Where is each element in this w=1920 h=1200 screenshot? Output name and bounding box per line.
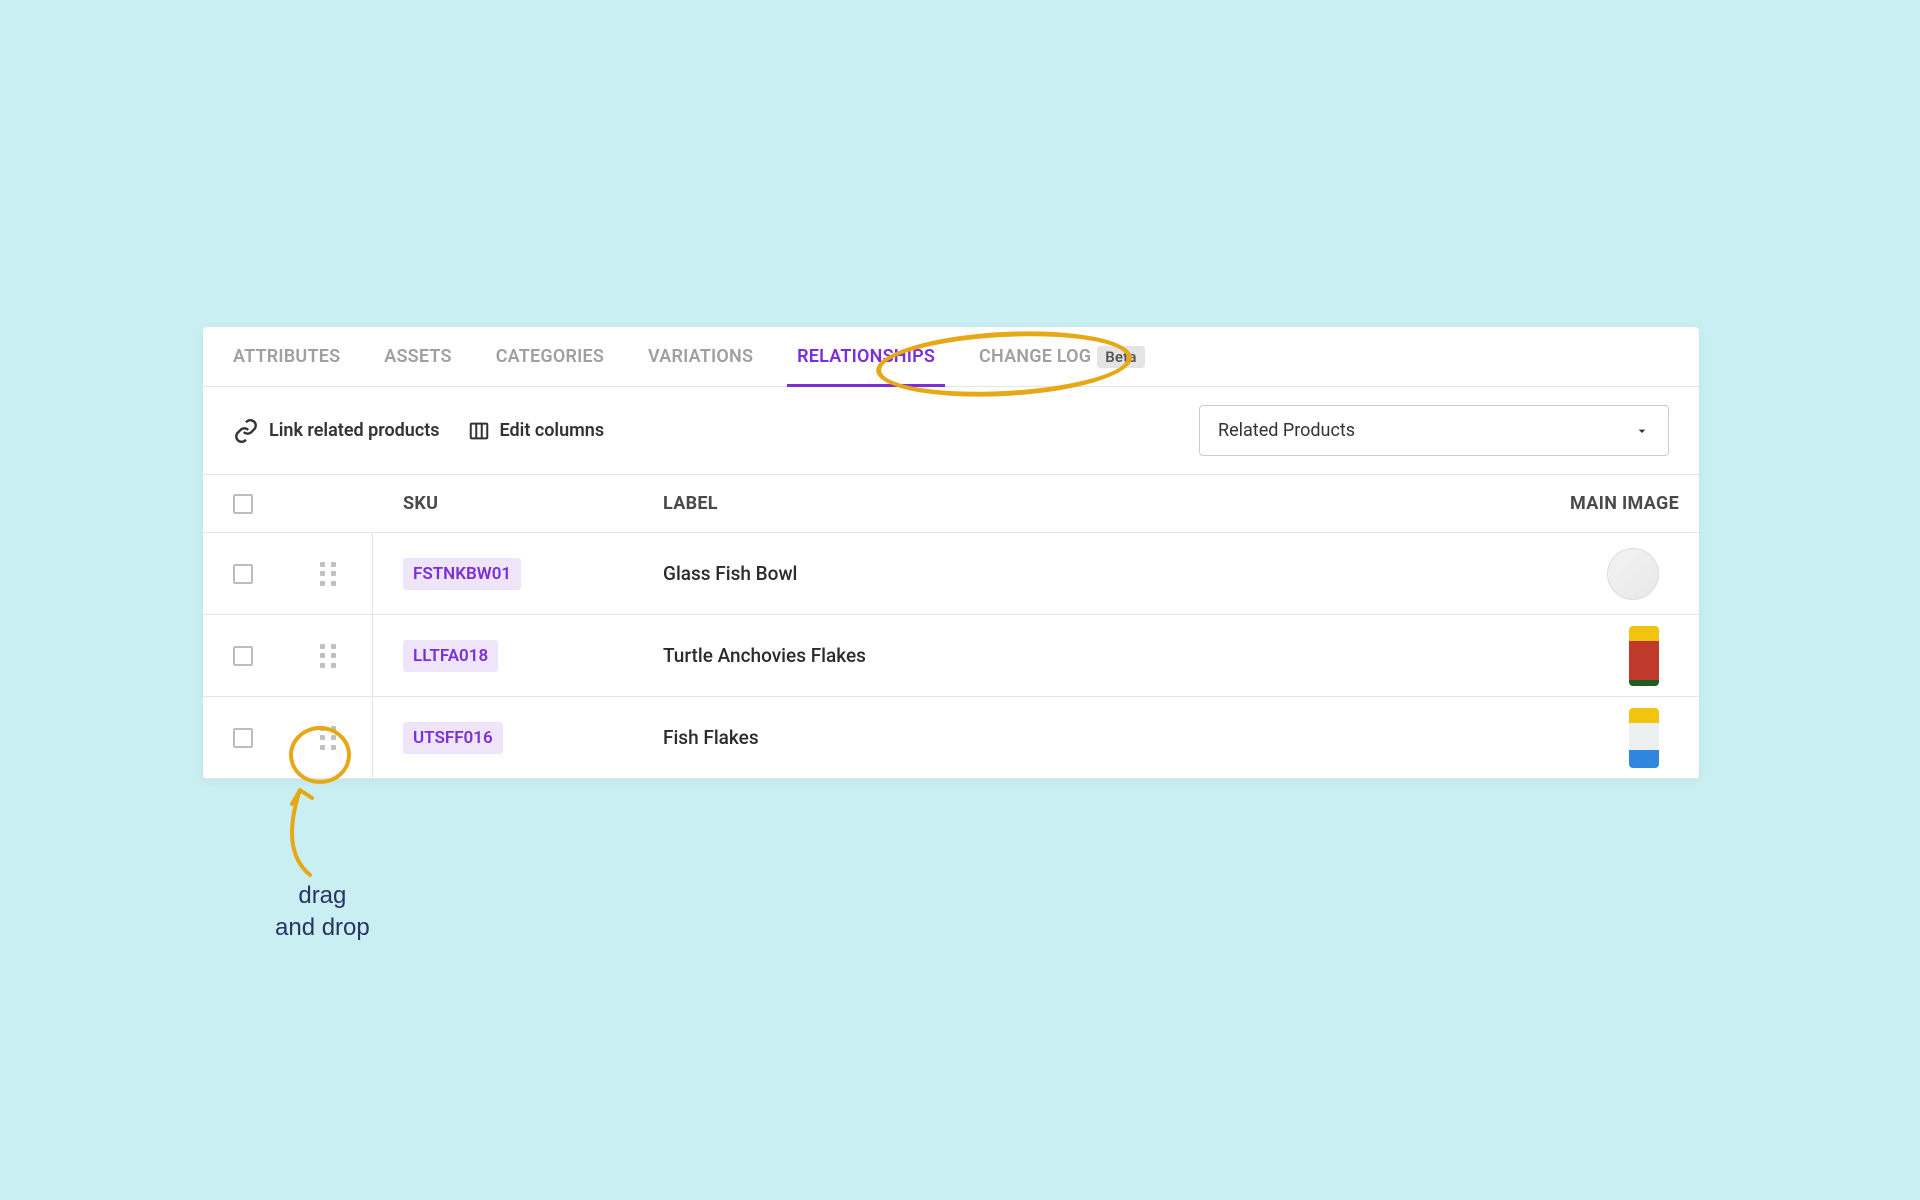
product-thumbnail (1629, 626, 1659, 686)
link-related-products-label: Link related products (269, 420, 440, 441)
beta-badge: Beta (1097, 346, 1145, 368)
product-thumbnail (1607, 548, 1659, 600)
edit-columns-button[interactable]: Edit columns (468, 420, 605, 442)
sku-badge[interactable]: LLTFA018 (403, 640, 498, 672)
related-products-table: SKU LABEL MAIN IMAGE FSTNKBW01 Glass Fis… (203, 474, 1699, 779)
row-checkbox[interactable] (233, 728, 253, 748)
product-label: Glass Fish Bowl (663, 562, 1519, 585)
product-label: Turtle Anchovies Flakes (663, 644, 1519, 667)
drag-handle-icon[interactable] (319, 725, 337, 751)
drag-handle-icon[interactable] (319, 561, 337, 587)
column-header-sku: SKU (373, 493, 663, 514)
annotation-text: drag and drop (275, 880, 370, 945)
tab-variations[interactable]: VARIATIONS (648, 327, 753, 386)
table-header: SKU LABEL MAIN IMAGE (203, 475, 1699, 533)
columns-icon (468, 420, 490, 442)
column-header-label: LABEL (663, 493, 1519, 514)
column-header-main-image: MAIN IMAGE (1519, 493, 1699, 514)
row-checkbox[interactable] (233, 564, 253, 584)
sku-badge[interactable]: UTSFF016 (403, 722, 503, 754)
edit-columns-label: Edit columns (500, 420, 605, 441)
relationship-type-value: Related Products (1218, 420, 1355, 441)
tab-changelog[interactable]: CHANGE LOG Beta (979, 327, 1145, 386)
drag-handle-icon[interactable] (319, 643, 337, 669)
relationship-type-select[interactable]: Related Products (1199, 405, 1669, 456)
tab-relationships[interactable]: RELATIONSHIPS (797, 327, 935, 386)
annotation-arrow-icon (270, 780, 330, 880)
row-checkbox[interactable] (233, 646, 253, 666)
tab-categories[interactable]: CATEGORIES (496, 327, 604, 386)
product-thumbnail (1629, 708, 1659, 768)
table-row: FSTNKBW01 Glass Fish Bowl (203, 533, 1699, 615)
table-row: LLTFA018 Turtle Anchovies Flakes (203, 615, 1699, 697)
tab-assets[interactable]: ASSETS (384, 327, 451, 386)
select-all-checkbox[interactable] (233, 494, 253, 514)
table-row: UTSFF016 Fish Flakes (203, 697, 1699, 779)
tab-attributes[interactable]: ATTRIBUTES (233, 327, 340, 386)
product-panel: ATTRIBUTES ASSETS CATEGORIES VARIATIONS … (203, 327, 1699, 779)
annotation-line2: and drop (275, 912, 370, 944)
sku-badge[interactable]: FSTNKBW01 (403, 558, 521, 590)
product-label: Fish Flakes (663, 726, 1519, 749)
toolbar: Link related products Edit columns Relat… (203, 387, 1699, 474)
tab-bar: ATTRIBUTES ASSETS CATEGORIES VARIATIONS … (203, 327, 1699, 387)
link-icon (233, 418, 259, 444)
chevron-down-icon (1634, 423, 1650, 439)
link-related-products-button[interactable]: Link related products (233, 418, 440, 444)
tab-changelog-label: CHANGE LOG (979, 346, 1091, 367)
annotation-line1: drag (275, 880, 370, 912)
